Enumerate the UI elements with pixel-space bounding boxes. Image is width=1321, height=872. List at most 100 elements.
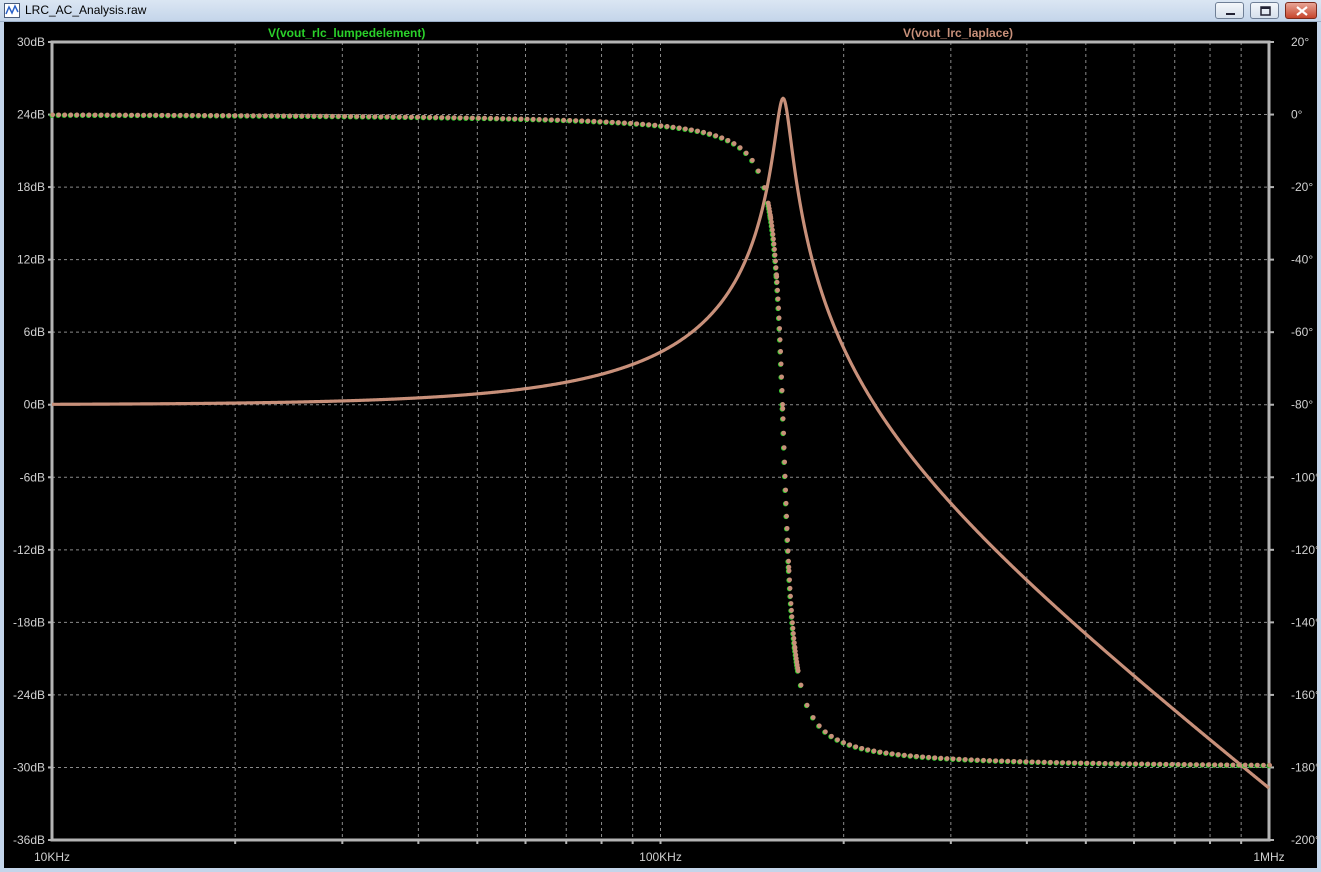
- y-right-tick-label: -200°: [1291, 833, 1320, 847]
- phase-point-laplace: [914, 753, 920, 759]
- phase-point-laplace: [707, 131, 713, 137]
- phase-point-laplace: [790, 620, 795, 626]
- phase-point-laplace: [777, 337, 783, 343]
- phase-point-laplace: [778, 349, 784, 354]
- phase-point-laplace: [1157, 761, 1163, 767]
- phase-point-laplace: [786, 558, 791, 564]
- phase-point-laplace: [403, 114, 408, 120]
- phase-point-laplace: [865, 747, 871, 753]
- phase-point-laplace: [816, 723, 822, 729]
- phase-point-laplace: [603, 119, 609, 125]
- phase-point-laplace: [841, 740, 847, 745]
- phase-point-laplace: [1054, 760, 1060, 765]
- phase-point-laplace: [810, 715, 816, 720]
- phase-point-laplace: [275, 113, 281, 119]
- phase-point-laplace: [1102, 761, 1108, 766]
- phase-point-laplace: [975, 757, 980, 763]
- phase-point-laplace: [433, 114, 439, 120]
- y-right-tick-label: -60°: [1291, 325, 1313, 339]
- phase-point-laplace: [1194, 762, 1199, 767]
- phase-point-laplace: [780, 406, 786, 412]
- phase-point-laplace: [788, 601, 794, 606]
- y-left-tick-label: -6dB: [20, 470, 45, 484]
- plot-pane[interactable]: 30dB 24dB 18dB 12dB 6dB 0dB -6dB -12dB -18dB -24d…: [0, 0, 1321, 872]
- phase-point-laplace: [749, 157, 755, 163]
- y-left-tick-label: 0dB: [24, 398, 45, 412]
- phase-point-laplace: [104, 112, 110, 118]
- phase-point-laplace: [561, 117, 567, 123]
- phase-point-laplace: [366, 114, 372, 119]
- phase-point-laplace: [777, 326, 783, 331]
- phase-point-laplace: [770, 231, 776, 237]
- phase-point-laplace: [658, 123, 664, 129]
- phase-point-laplace: [184, 112, 189, 118]
- phase-point-laplace: [457, 115, 463, 121]
- phase-point-laplace: [573, 118, 579, 123]
- phase-point-laplace: [778, 361, 784, 367]
- phase-point-laplace: [902, 752, 907, 758]
- phase-point-laplace: [1139, 761, 1145, 767]
- phase-point-laplace: [786, 568, 792, 574]
- phase-point-laplace: [787, 577, 792, 583]
- phase-point-laplace: [543, 117, 548, 122]
- phase-point-laplace: [476, 115, 481, 121]
- phase-point-laplace: [482, 115, 488, 121]
- phase-point-laplace: [141, 112, 147, 118]
- phase-point-laplace: [859, 745, 865, 751]
- phase-point-laplace: [926, 754, 932, 760]
- phase-point-laplace: [779, 388, 785, 393]
- phase-point-laplace: [208, 113, 214, 118]
- phase-point-laplace: [1127, 761, 1133, 767]
- phase-point-laplace: [305, 113, 311, 119]
- y-right-tick-label: -40°: [1291, 253, 1313, 267]
- phase-point-laplace: [451, 115, 457, 121]
- phase-point-laplace: [92, 112, 98, 118]
- phase-point-laplace: [1248, 762, 1254, 768]
- phase-point-laplace: [299, 113, 305, 119]
- phase-point-laplace: [281, 113, 287, 119]
- phase-point-laplace: [987, 758, 993, 763]
- phase-point-laplace: [384, 114, 390, 120]
- phase-point-laplace: [956, 756, 962, 762]
- phase-point-laplace: [129, 112, 135, 118]
- phase-point-laplace: [463, 115, 469, 121]
- phase-point-laplace: [769, 223, 775, 229]
- phase-point-laplace: [591, 118, 597, 124]
- phase-point-laplace: [670, 124, 676, 130]
- phase-point-laplace: [1267, 762, 1272, 768]
- phase-point-laplace: [779, 374, 785, 380]
- phase-point-laplace: [616, 120, 621, 125]
- legend-item-laplace[interactable]: V(vout_lrc_laplace): [903, 26, 1013, 40]
- phase-point-laplace: [782, 459, 788, 465]
- phase-point-laplace: [1182, 762, 1187, 767]
- phase-point-laplace: [773, 265, 779, 271]
- phase-point-laplace: [785, 537, 791, 543]
- phase-point-laplace: [348, 114, 354, 119]
- phase-point-laplace: [1145, 761, 1151, 767]
- phase-point-laplace: [676, 125, 682, 131]
- phase-point-laplace: [628, 120, 634, 126]
- phase-point-laplace: [783, 500, 789, 506]
- phase-point-laplace: [776, 315, 782, 321]
- y-left-tick-label: -12dB: [13, 543, 45, 557]
- phase-point-laplace: [1236, 762, 1242, 768]
- phase-point-laplace: [787, 585, 793, 591]
- phase-point-laplace: [731, 141, 737, 146]
- phase-point-laplace: [789, 614, 795, 620]
- x-tick-label: 10KHz: [34, 850, 70, 864]
- phase-point-laplace: [762, 185, 767, 190]
- phase-point-laplace: [232, 113, 238, 118]
- phase-point-laplace: [177, 112, 183, 118]
- phase-point-laplace: [804, 702, 810, 708]
- phase-point-laplace: [293, 113, 299, 119]
- phase-point-laplace: [506, 116, 512, 122]
- y-right-tick-label: -180°: [1291, 760, 1320, 774]
- y-left-tick-label: 6dB: [24, 325, 45, 339]
- y-right-tick-label: -160°: [1291, 688, 1320, 702]
- phase-point-laplace: [354, 114, 360, 119]
- phase-point-laplace: [772, 252, 778, 258]
- legend-item-lumped[interactable]: V(vout_rlc_lumpedelement): [268, 26, 425, 40]
- phase-point-laplace: [390, 114, 396, 120]
- phase-point-laplace: [944, 756, 950, 761]
- phase-point-laplace: [1121, 761, 1126, 767]
